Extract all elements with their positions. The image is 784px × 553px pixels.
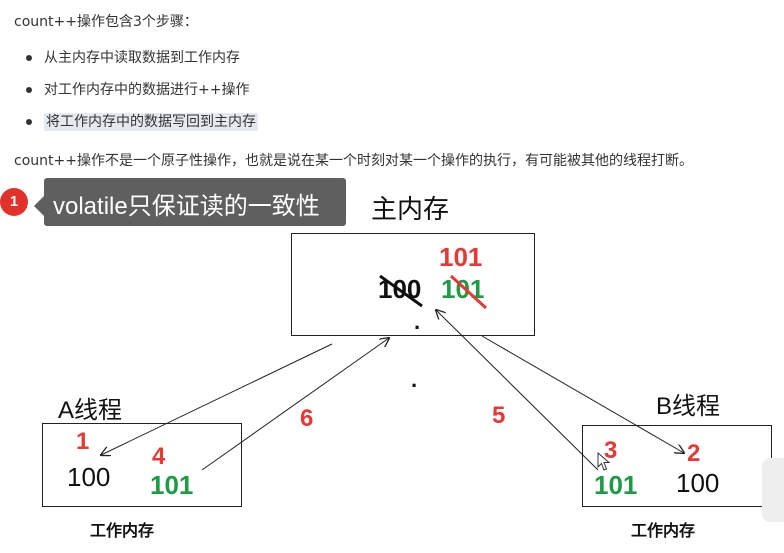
arrow-write-a	[201, 338, 389, 471]
strike-green-value	[449, 274, 488, 310]
side-scroll-handle[interactable]	[762, 458, 784, 522]
arrow-read-b	[481, 335, 684, 453]
mouse-cursor-icon	[597, 452, 611, 471]
diagram-arrows	[0, 274, 784, 471]
arrow-write-b	[436, 310, 599, 471]
arrow-read-a	[101, 343, 333, 455]
strike-old-value	[379, 274, 423, 308]
